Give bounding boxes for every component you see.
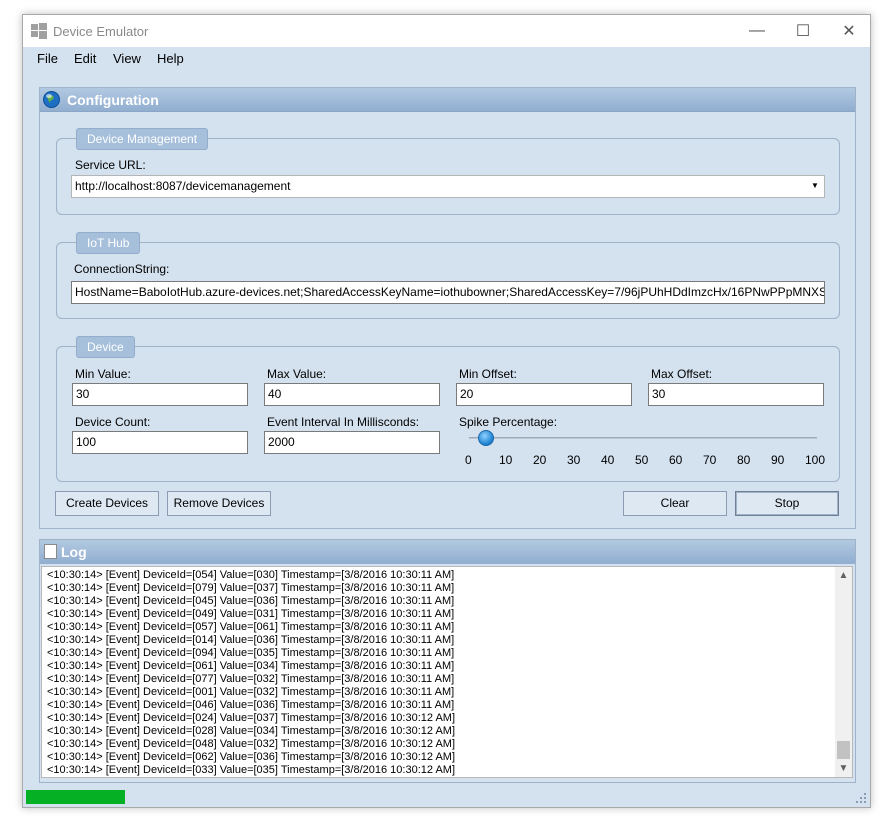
- log-line: <10:30:14> [Event] DeviceId=[028] Value=…: [47, 725, 455, 737]
- min-value-label: Min Value:: [75, 367, 131, 381]
- min-offset-label: Min Offset:: [459, 367, 517, 381]
- connection-string-label: ConnectionString:: [74, 262, 170, 276]
- remove-devices-button[interactable]: Remove Devices: [167, 491, 271, 516]
- configuration-header: Configuration: [40, 88, 855, 112]
- menu-edit[interactable]: Edit: [74, 51, 96, 66]
- iot-hub-group: IoT Hub ConnectionString: HostName=BaboI…: [56, 232, 840, 319]
- menu-bar: File Edit View Help: [23, 47, 870, 71]
- device-tab: Device: [76, 336, 135, 358]
- slider-tick-label: 20: [533, 453, 547, 467]
- log-line: <10:30:14> [Event] DeviceId=[001] Value=…: [47, 686, 455, 698]
- close-button[interactable]: ✕: [826, 15, 872, 47]
- configuration-title: Configuration: [67, 92, 159, 108]
- slider-tick-label: 10: [499, 453, 513, 467]
- iot-hub-tab: IoT Hub: [76, 232, 141, 254]
- scroll-down-icon[interactable]: ▼: [835, 760, 852, 777]
- progress-bar: [26, 790, 125, 804]
- log-title: Log: [61, 544, 87, 560]
- log-scrollbar[interactable]: ▲ ▼: [835, 567, 852, 777]
- maximize-button[interactable]: ☐: [780, 15, 826, 47]
- device-count-input[interactable]: 100: [72, 431, 248, 454]
- scroll-thumb[interactable]: [837, 741, 850, 759]
- max-offset-input[interactable]: 30: [648, 383, 824, 406]
- log-line: <10:30:14> [Event] DeviceId=[062] Value=…: [47, 751, 455, 763]
- slider-thumb[interactable]: [478, 430, 494, 446]
- service-url-value: http://localhost:8087/devicemanagement: [75, 179, 291, 193]
- log-line: <10:30:14> [Event] DeviceId=[014] Value=…: [47, 634, 455, 646]
- spike-percentage-label: Spike Percentage:: [459, 415, 558, 429]
- log-line: <10:30:14> [Event] DeviceId=[045] Value=…: [47, 595, 455, 607]
- device-group: Device Min Value: 30 Max Value: 40 Min O…: [56, 336, 840, 482]
- document-icon: [44, 544, 57, 559]
- log-line: <10:30:14> [Event] DeviceId=[054] Value=…: [47, 569, 455, 581]
- minimize-button[interactable]: —: [734, 15, 780, 47]
- slider-tick-label: 90: [771, 453, 785, 467]
- connection-string-input[interactable]: HostName=BaboIotHub.azure-devices.net;Sh…: [71, 281, 825, 304]
- slider-tick-label: 30: [567, 453, 581, 467]
- log-line: <10:30:14> [Event] DeviceId=[033] Value=…: [47, 764, 455, 776]
- log-lines: <10:30:14> [Event] DeviceId=[054] Value=…: [47, 569, 827, 777]
- stop-button[interactable]: Stop: [735, 491, 839, 516]
- windows-logo-icon: [31, 23, 47, 39]
- log-line: <10:30:14> [Event] DeviceId=[061] Value=…: [47, 660, 455, 672]
- device-management-group: Device Management Service URL: http://lo…: [56, 128, 840, 215]
- menu-view[interactable]: View: [113, 51, 141, 66]
- clear-button[interactable]: Clear: [623, 491, 727, 516]
- log-line: <10:30:14> [Event] DeviceId=[049] Value=…: [47, 608, 455, 620]
- max-value-label: Max Value:: [267, 367, 327, 381]
- log-header: Log: [40, 540, 855, 564]
- device-emulator-window: Device Emulator — ☐ ✕ File Edit View Hel…: [22, 14, 871, 808]
- create-devices-button[interactable]: Create Devices: [55, 491, 159, 516]
- slider-tick-label: 40: [601, 453, 615, 467]
- chevron-down-icon[interactable]: ▼: [810, 180, 820, 192]
- log-panel: Log <10:30:14> [Event] DeviceId=[054] Va…: [39, 539, 856, 783]
- menu-help[interactable]: Help: [157, 51, 184, 66]
- min-value-input[interactable]: 30: [72, 383, 248, 406]
- resize-grip-icon[interactable]: [855, 792, 867, 804]
- slider-tick-label: 100: [805, 453, 826, 467]
- log-line: <10:30:14> [Event] DeviceId=[094] Value=…: [47, 647, 455, 659]
- window-title: Device Emulator: [53, 24, 149, 39]
- log-line: <10:30:14> [Event] DeviceId=[048] Value=…: [47, 738, 455, 750]
- slider-tick-label: 70: [703, 453, 717, 467]
- slider-tick-label: 60: [669, 453, 683, 467]
- service-url-combobox[interactable]: http://localhost:8087/devicemanagement ▼: [71, 175, 825, 198]
- globe-icon: [43, 91, 60, 108]
- log-line: <10:30:14> [Event] DeviceId=[046] Value=…: [47, 699, 455, 711]
- max-value-input[interactable]: 40: [264, 383, 440, 406]
- title-bar[interactable]: Device Emulator — ☐ ✕: [23, 15, 870, 47]
- slider-track: [469, 437, 817, 439]
- device-management-tab: Device Management: [76, 128, 209, 150]
- event-interval-input[interactable]: 2000: [264, 431, 440, 454]
- event-interval-label: Event Interval In Millisconds:: [267, 415, 420, 429]
- log-line: <10:30:14> [Event] DeviceId=[024] Value=…: [47, 712, 455, 724]
- menu-file[interactable]: File: [37, 51, 58, 66]
- slider-tick-label: 0: [465, 453, 472, 467]
- max-offset-label: Max Offset:: [651, 367, 713, 381]
- scroll-up-icon[interactable]: ▲: [835, 567, 852, 584]
- service-url-label: Service URL:: [75, 158, 146, 172]
- progress-fill: [26, 790, 125, 804]
- log-line: <10:30:14> [Event] DeviceId=[077] Value=…: [47, 673, 455, 685]
- slider-tick-label: 50: [635, 453, 649, 467]
- spike-percentage-slider[interactable]: 0 10 20 30 40 50 60 70 80 90 100: [461, 429, 825, 469]
- slider-tick-label: 80: [737, 453, 751, 467]
- configuration-panel: Configuration Device Management Service …: [39, 87, 856, 529]
- log-line: <10:30:14> [Event] DeviceId=[079] Value=…: [47, 582, 455, 594]
- min-offset-input[interactable]: 20: [456, 383, 632, 406]
- log-line: <10:30:14> [Event] DeviceId=[057] Value=…: [47, 621, 455, 633]
- device-count-label: Device Count:: [75, 415, 151, 429]
- log-textbox[interactable]: <10:30:14> [Event] DeviceId=[054] Value=…: [41, 566, 853, 778]
